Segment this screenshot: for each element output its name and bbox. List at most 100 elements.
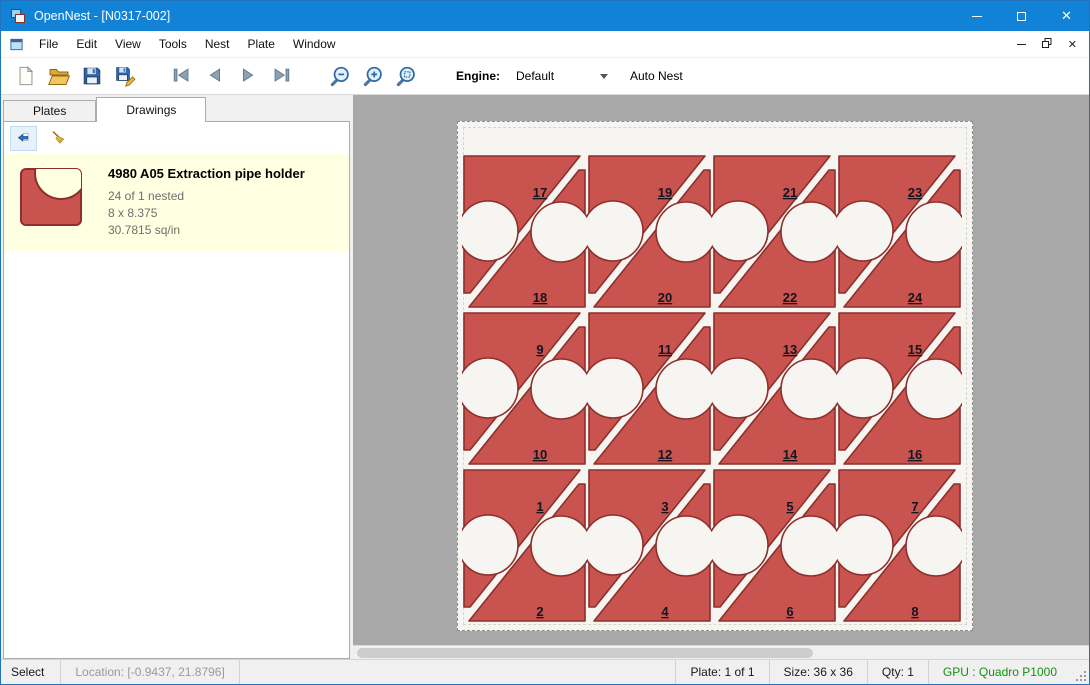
part-nested-count: 24 of 1 nested: [108, 188, 305, 205]
part-dimensions: 8 x 8.375: [108, 205, 305, 222]
status-location: Location: [-0.9437, 21.8796]: [61, 665, 238, 679]
menu-file[interactable]: File: [30, 32, 67, 56]
status-gpu: GPU : Quadro P1000: [929, 665, 1071, 679]
first-plate-button[interactable]: [165, 61, 198, 91]
navigation-group: [165, 61, 297, 91]
mdi-minimize-button[interactable]: [1017, 44, 1026, 45]
previous-plate-button[interactable]: [198, 61, 231, 91]
file-group: [9, 61, 141, 91]
app-icon: [10, 8, 26, 24]
open-button[interactable]: [42, 61, 75, 91]
status-mode: Select: [1, 665, 60, 679]
tabstrip: Plates Drawings: [3, 95, 350, 122]
tab-drawings[interactable]: Drawings: [96, 97, 206, 122]
part-number: 14: [783, 447, 798, 462]
part-number: 17: [533, 185, 547, 200]
save-icon: [81, 65, 103, 87]
pipe-hole: [531, 516, 587, 576]
zoom-fit-button[interactable]: [389, 61, 422, 91]
zoom-out-icon: [328, 65, 351, 88]
nest-pair[interactable]: 17 18: [462, 153, 587, 310]
nest-pair[interactable]: 21 22: [712, 153, 837, 310]
nest-pair[interactable]: 7 8: [837, 467, 962, 624]
part-number: 12: [658, 447, 672, 462]
engine-value: Default: [516, 69, 554, 83]
part-number: 3: [661, 499, 668, 514]
next-plate-button[interactable]: [231, 61, 264, 91]
zoom-out-button[interactable]: [323, 61, 356, 91]
mdi-minimize-icon: [1017, 44, 1026, 45]
last-plate-button[interactable]: [264, 61, 297, 91]
mdi-close-button[interactable]: ✕: [1068, 38, 1077, 51]
nest-pair[interactable]: 15 16: [837, 310, 962, 467]
pipe-hole: [781, 359, 837, 419]
toolbar: Engine: Default Auto Nest: [1, 58, 1089, 95]
plate[interactable]: 17 18 19 20 21 22 23 24: [457, 121, 973, 631]
window-controls: ✕: [954, 1, 1089, 31]
nest-pair[interactable]: 13 14: [712, 310, 837, 467]
menu-nest[interactable]: Nest: [196, 32, 239, 56]
close-button[interactable]: ✕: [1044, 1, 1089, 31]
nest-pair[interactable]: 23 24: [837, 153, 962, 310]
maximize-button[interactable]: [999, 1, 1044, 31]
menu-window[interactable]: Window: [284, 32, 345, 56]
window-title: OpenNest - [N0317-002]: [34, 9, 170, 23]
part-number: 4: [661, 604, 669, 619]
part-number: 16: [908, 447, 922, 462]
pipe-hole: [462, 358, 518, 418]
drawing-list-item[interactable]: 4980 A05 Extraction pipe holder 24 of 1 …: [4, 154, 349, 251]
nest-pair[interactable]: 9 10: [462, 310, 587, 467]
scrollbar-thumb[interactable]: [357, 648, 813, 658]
menu-view[interactable]: View: [106, 32, 150, 56]
maximize-icon: [1017, 12, 1026, 21]
size-grip[interactable]: [1071, 660, 1089, 684]
part-number: 5: [786, 499, 793, 514]
pipe-hole: [462, 515, 518, 575]
nest-pair[interactable]: 19 20: [587, 153, 712, 310]
pipe-hole: [587, 515, 643, 575]
pipe-hole: [656, 516, 712, 576]
back-arrow-icon: [17, 128, 30, 148]
pipe-hole: [906, 359, 962, 419]
pipe-hole: [462, 201, 518, 261]
status-plate: Plate: 1 of 1: [676, 665, 768, 679]
menu-edit[interactable]: Edit: [67, 32, 106, 56]
pipe-hole: [906, 202, 962, 262]
next-icon: [237, 65, 259, 87]
previous-icon: [204, 65, 226, 87]
new-button[interactable]: [9, 61, 42, 91]
new-file-icon: [15, 65, 37, 87]
part-number: 2: [536, 604, 543, 619]
part-thumbnail: [16, 163, 86, 229]
nest-pair[interactable]: 3 4: [587, 467, 712, 624]
engine-select[interactable]: Default: [512, 64, 612, 88]
mdi-restore-button[interactable]: [1042, 37, 1052, 51]
app-window: OpenNest - [N0317-002] ✕ File Edit View …: [0, 0, 1090, 685]
save-edit-icon: [114, 65, 136, 87]
part-info: 4980 A05 Extraction pipe holder 24 of 1 …: [108, 163, 305, 239]
zoom-in-button[interactable]: [356, 61, 389, 91]
nest-canvas[interactable]: 17 18 19 20 21 22 23 24: [353, 95, 1089, 659]
nest-pair[interactable]: 11 12: [587, 310, 712, 467]
minimize-icon: [972, 16, 982, 17]
save-edit-button[interactable]: [108, 61, 141, 91]
menu-tools[interactable]: Tools: [150, 32, 196, 56]
tab-plates[interactable]: Plates: [3, 100, 96, 122]
pipe-hole: [837, 358, 893, 418]
auto-nest-button[interactable]: Auto Nest: [630, 69, 683, 83]
move-back-button[interactable]: [10, 126, 37, 151]
part-number: 22: [783, 290, 797, 305]
pipe-hole: [712, 201, 768, 261]
part-number: 13: [783, 342, 797, 357]
nest-pair[interactable]: 5 6: [712, 467, 837, 624]
pipe-hole: [837, 515, 893, 575]
part-number: 19: [658, 185, 672, 200]
clean-button[interactable]: [45, 126, 72, 151]
part-number: 8: [911, 604, 918, 619]
horizontal-scrollbar[interactable]: [353, 645, 1089, 659]
part-number: 7: [911, 499, 918, 514]
minimize-button[interactable]: [954, 1, 999, 31]
nest-pair[interactable]: 1 2: [462, 467, 587, 624]
menu-plate[interactable]: Plate: [239, 32, 284, 56]
save-button[interactable]: [75, 61, 108, 91]
